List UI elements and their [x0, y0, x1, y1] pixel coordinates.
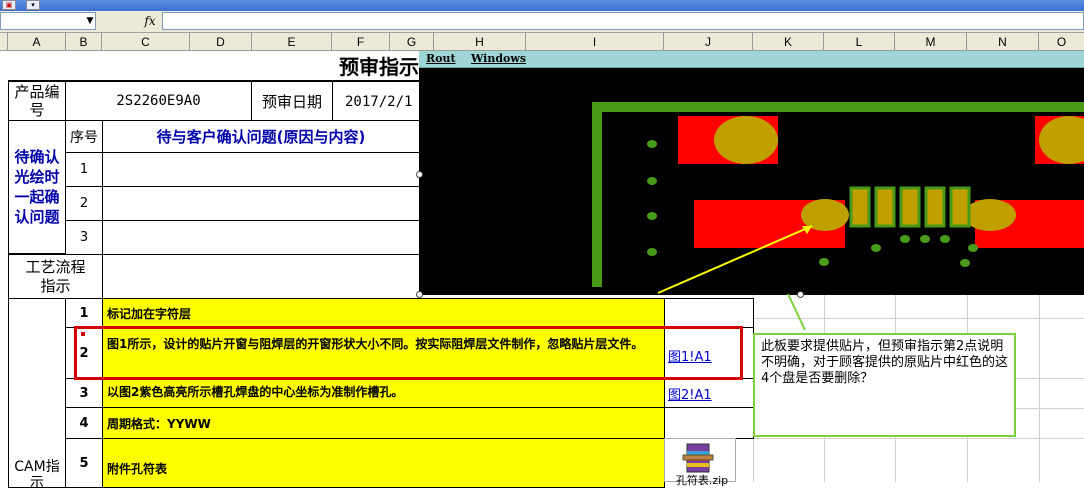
confirm-row-number: 1 [65, 152, 103, 187]
issue-header: 待与客户确认问题(原因与内容) [102, 120, 420, 153]
excel-app-icon[interactable]: ▣ [2, 0, 16, 10]
hyperlink-fig2[interactable]: 图2!A1 [668, 388, 712, 403]
sheet-title: 预审指示 [8, 51, 419, 81]
cam-label: CAM指示 [8, 298, 66, 491]
product-value[interactable]: 2S2260E9A0 [65, 81, 252, 121]
review-date-value[interactable]: 2017/2/1 [332, 81, 420, 121]
attachment-name: 孔符表.zip [675, 474, 729, 487]
menu-rout[interactable]: Rout [426, 51, 456, 68]
cam-row-text[interactable]: 标记加在字符层 [102, 298, 665, 328]
column-header-f[interactable]: F [332, 33, 390, 51]
product-label: 产品编号 [8, 81, 66, 121]
confirm-row-number: 2 [65, 186, 103, 221]
cam-row-number: 5 [65, 438, 103, 488]
column-header-k[interactable]: K [753, 33, 824, 51]
quick-menu-icon[interactable]: ▾ [26, 0, 40, 10]
cam-row-number: 1 [65, 298, 103, 328]
column-header-e[interactable]: E [252, 33, 332, 51]
resize-handle[interactable] [416, 171, 423, 178]
column-header-g[interactable]: G [390, 33, 434, 51]
confirm-row-cell[interactable] [102, 186, 420, 221]
confirm-section-label: 待确认光绘时一起确认问题 [8, 120, 66, 254]
fx-icon[interactable]: fx [140, 12, 160, 30]
column-header-d[interactable]: D [190, 33, 252, 51]
process-label: 工艺流程指示 [8, 254, 103, 299]
cam-row-number: 4 [65, 407, 103, 439]
cam-row-text[interactable]: 以图2紫色高亮所示槽孔焊盘的中心坐标为准制作槽孔。 [102, 378, 665, 408]
formula-input[interactable] [162, 12, 1084, 30]
highlight-marker [81, 332, 85, 336]
column-header-b[interactable]: B [66, 33, 102, 51]
highlight-box [74, 326, 743, 380]
gridline [753, 438, 1084, 439]
column-header-m[interactable]: M [895, 33, 967, 51]
chevron-down-icon[interactable]: ▼ [84, 13, 96, 29]
cam-row-text[interactable]: 附件孔符表 [102, 438, 665, 488]
review-date-label: 预审日期 [251, 81, 333, 121]
process-cell[interactable] [102, 254, 420, 299]
column-header-n[interactable]: N [967, 33, 1039, 51]
column-header-c[interactable]: C [102, 33, 190, 51]
callout-note[interactable]: 此板要求提供贴片，但预审指示第2点说明不明确，对于顾客提供的原贴片中红色的这4个… [753, 333, 1016, 437]
confirm-row-cell[interactable] [102, 152, 420, 187]
cam-row-link-cell[interactable]: 图2!A1 [664, 378, 754, 408]
confirm-row-number: 3 [65, 220, 103, 255]
cam-row-link-cell[interactable] [664, 407, 754, 439]
column-header-h[interactable]: H [434, 33, 526, 51]
column-header-a[interactable]: A [8, 33, 66, 51]
winrar-archive-icon [682, 443, 714, 473]
column-header-l[interactable]: L [824, 33, 895, 51]
cam-row-number: 3 [65, 378, 103, 408]
column-header-o[interactable]: O [1039, 33, 1084, 51]
confirm-row-cell[interactable] [102, 220, 420, 255]
callout-arrow [657, 225, 813, 331]
window-title-bar [0, 0, 1084, 11]
menu-windows[interactable]: Windows [471, 51, 526, 68]
select-all-corner[interactable] [0, 33, 8, 51]
resize-handle[interactable] [416, 291, 423, 298]
column-header-i[interactable]: I [526, 33, 664, 51]
column-header-j[interactable]: J [664, 33, 753, 51]
name-box[interactable] [0, 12, 96, 30]
attachment-object[interactable]: 孔符表.zip [664, 438, 736, 487]
seq-header: 序号 [65, 120, 103, 153]
cam-row-text[interactable]: 周期格式：YYWW [102, 407, 665, 439]
